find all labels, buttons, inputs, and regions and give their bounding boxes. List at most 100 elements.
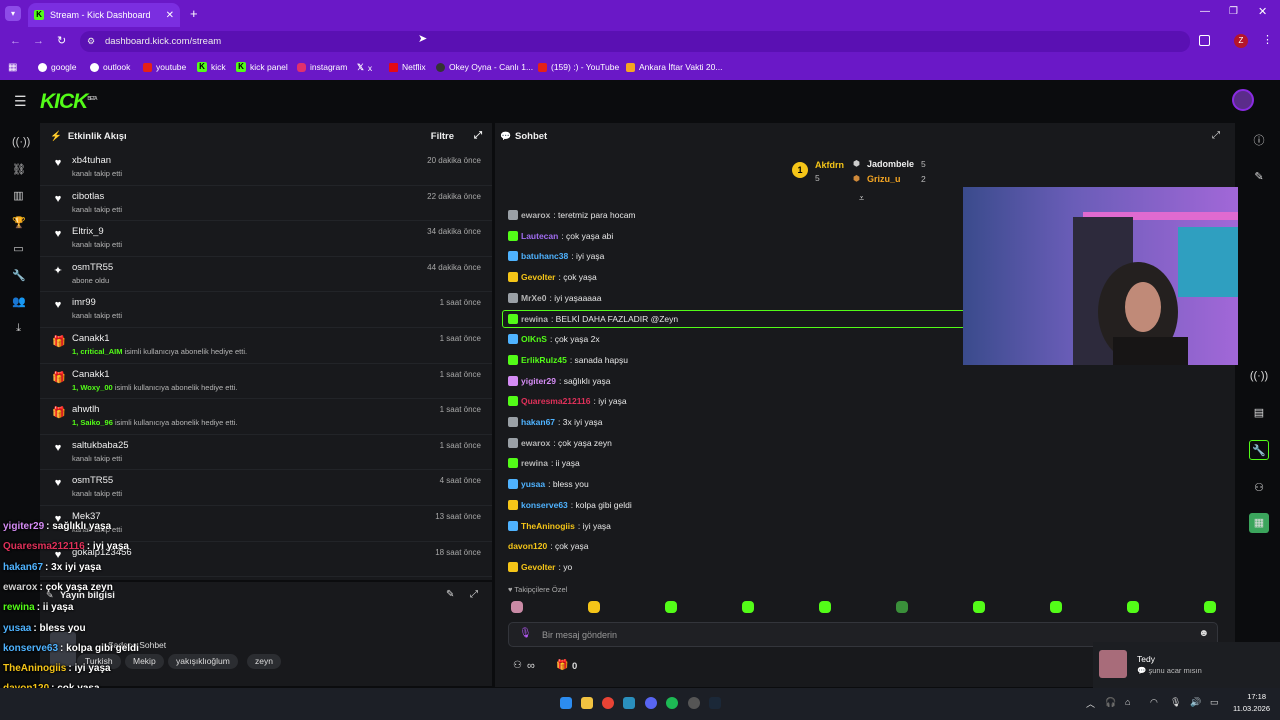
activity-user[interactable]: osmTR55 xyxy=(72,475,113,486)
chat-username[interactable]: Gevolter xyxy=(521,562,556,572)
emote-icon[interactable] xyxy=(742,601,754,613)
chat-message[interactable]: Gevolter: yo xyxy=(508,561,572,572)
bookmark-outlook[interactable]: outlook xyxy=(90,62,130,72)
gift-box-icon[interactable]: 🎁 xyxy=(556,660,568,671)
chat-username[interactable]: ErlikRulz45 xyxy=(521,355,567,365)
mic-tray-icon[interactable]: 🎙 xyxy=(1170,697,1181,708)
steam-icon[interactable] xyxy=(709,697,721,709)
chrome-icon[interactable] xyxy=(602,697,614,709)
wrench-right-icon[interactable]: 🔧 xyxy=(1249,440,1269,460)
download-icon[interactable]: ⤓ xyxy=(12,322,25,335)
notification-toast[interactable]: Tedy 💬 şunu acar mısın xyxy=(1093,642,1280,688)
people-right-icon[interactable]: ⚇ xyxy=(1249,478,1269,498)
clock-time[interactable]: 17:18 xyxy=(1228,692,1266,701)
bookmark-x[interactable]: 𝕏x xyxy=(357,62,372,73)
new-tab-icon[interactable]: + xyxy=(190,6,198,21)
tag-zeyn[interactable]: zeyn xyxy=(247,654,281,669)
bookmark-netflix[interactable]: Netflix xyxy=(389,62,426,72)
extensions-icon[interactable] xyxy=(1199,35,1210,46)
minimize-icon[interactable]: — xyxy=(1200,6,1210,17)
chat-username[interactable]: ewarox xyxy=(521,210,550,220)
tab-search-icon[interactable]: ▾ xyxy=(5,6,21,21)
emoji-icon[interactable]: ☻ xyxy=(1198,628,1209,639)
headset-icon[interactable]: 🎧 xyxy=(1105,697,1116,708)
activity-row[interactable]: 🎁 ahwtlh 1, Saiko_96 isimli kullanıcıya ab… xyxy=(40,399,492,435)
filter-button[interactable]: Filtre xyxy=(431,131,454,142)
discord-icon[interactable] xyxy=(645,697,657,709)
bookmark-google[interactable]: google xyxy=(38,62,77,72)
activity-user[interactable]: imr99 xyxy=(72,297,96,308)
users-infinity-icon[interactable]: ⚇ xyxy=(513,660,522,671)
user-avatar[interactable] xyxy=(1232,89,1254,111)
tag-yakisikli[interactable]: yakışıklıoğlum xyxy=(168,654,238,669)
activity-row[interactable]: ♥ Eltrix_9 kanalı takip etti 34 dakika önce xyxy=(40,221,492,257)
chat-message[interactable]: batuhanc38: iyi yaşa xyxy=(508,251,604,262)
game-app-icon[interactable]: ▦ xyxy=(1249,513,1269,533)
chat-message[interactable]: OlKnS: çok yaşa 2x xyxy=(508,334,600,345)
activity-user[interactable]: ahwtlh xyxy=(72,404,99,415)
activity-user[interactable]: Canakk1 xyxy=(72,333,110,344)
site-info-icon[interactable]: ⚙ xyxy=(87,31,95,52)
activity-row[interactable]: ♥ osmTR55 kanalı takip etti 4 saat önce xyxy=(40,470,492,506)
chat-username[interactable]: yusaa xyxy=(521,479,545,489)
chat-username[interactable]: OlKnS xyxy=(521,334,547,344)
emote-icon[interactable] xyxy=(1204,601,1216,613)
emote-icon[interactable] xyxy=(588,601,600,613)
bookmark-youtube[interactable]: youtube xyxy=(143,62,186,72)
trophy-icon[interactable]: 🏆 xyxy=(12,216,26,229)
telegram-icon[interactable] xyxy=(623,697,635,709)
emote-icon[interactable] xyxy=(896,601,908,613)
chat-message[interactable]: yusaa: bless you xyxy=(508,479,589,490)
leader-third-name[interactable]: Grizu_u xyxy=(867,174,901,184)
emote-icon[interactable] xyxy=(973,601,985,613)
chat-message[interactable]: TheAninogiis: iyi yaşa xyxy=(508,520,611,531)
chat-message[interactable]: rewina: ii yaşa xyxy=(508,458,580,469)
activity-row[interactable]: ♥ saltukbaba25 kanalı takip etti 1 saat önc… xyxy=(40,435,492,471)
restore-icon[interactable]: ❐ xyxy=(1229,6,1238,17)
analytics-icon[interactable]: ▥ xyxy=(12,189,25,202)
activity-user[interactable]: osmTR55 xyxy=(72,262,113,273)
edit-icon[interactable]: ✎ xyxy=(446,589,454,600)
leader-second-name[interactable]: Jadombele xyxy=(867,159,914,169)
pencil-icon[interactable]: ✎ xyxy=(1249,167,1269,187)
activity-row[interactable]: ♥ cibotlas kanalı takip etti 22 dakika önce xyxy=(40,186,492,222)
wifi-icon[interactable]: ◠ xyxy=(1150,697,1158,708)
chat-username[interactable]: Lautecan xyxy=(521,231,558,241)
activity-user[interactable]: xb4tuhan xyxy=(72,155,111,166)
chat-message[interactable]: Lautecan: çok yaşa abi xyxy=(508,230,613,241)
leader-first-name[interactable]: Akfdrn xyxy=(815,160,844,170)
chat-username[interactable]: rewina xyxy=(521,458,548,468)
chat-message[interactable]: yigiter29: sağlıklı yaşa xyxy=(508,375,610,386)
close-tab-icon[interactable]: ✕ xyxy=(166,10,174,21)
activity-user[interactable]: Canakk1 xyxy=(72,369,110,380)
wrench-icon[interactable]: 🔧 xyxy=(12,269,26,282)
video-icon[interactable]: ▭ xyxy=(12,242,25,255)
reload-icon[interactable]: ↻ xyxy=(57,34,66,47)
activity-user[interactable]: Eltrix_9 xyxy=(72,226,104,237)
layers-icon[interactable]: ▤ xyxy=(1249,403,1269,423)
activity-row[interactable]: ♥ imr99 kanalı takip etti 1 saat önce xyxy=(40,292,492,328)
bookmark-youtube-159[interactable]: (159) :) - YouTube xyxy=(538,62,619,72)
activity-row[interactable]: ♥ xb4tuhan kanalı takip etti 20 dakika önce xyxy=(40,150,492,186)
kick-logo[interactable]: KICKBETA xyxy=(40,90,98,114)
menu-dots-icon[interactable]: ⋮ xyxy=(1262,33,1273,46)
chat-message[interactable]: hakan67: 3x iyi yaşa xyxy=(508,417,602,427)
chat-message[interactable]: davon120: çok yaşa xyxy=(508,541,589,551)
info-icon[interactable]: ⓘ xyxy=(1249,131,1269,151)
apps-grid-icon[interactable]: ▦ xyxy=(8,62,17,73)
emote-icon[interactable] xyxy=(1050,601,1062,613)
emote-icon[interactable] xyxy=(1127,601,1139,613)
back-icon[interactable]: ← xyxy=(10,35,21,47)
popout-info-icon[interactable]: ⤢ xyxy=(470,589,478,600)
start-icon[interactable] xyxy=(560,697,572,709)
hamburger-menu-icon[interactable]: ☰ xyxy=(14,93,27,110)
obs-icon[interactable] xyxy=(688,697,700,709)
chat-message[interactable]: ErlikRulz45: sanada hapşu xyxy=(508,354,628,365)
volume-icon[interactable]: 🔊 xyxy=(1190,697,1201,708)
chat-username[interactable]: konserve63 xyxy=(521,500,568,510)
mic-icon[interactable]: 🎙 xyxy=(519,628,532,639)
chat-username[interactable]: Quaresma212116 xyxy=(521,396,590,406)
popout-icon[interactable]: ⤢ xyxy=(474,130,482,141)
emote-icon[interactable] xyxy=(665,601,677,613)
chat-message[interactable]: ewarox: teretmiz para hocam xyxy=(508,210,636,220)
